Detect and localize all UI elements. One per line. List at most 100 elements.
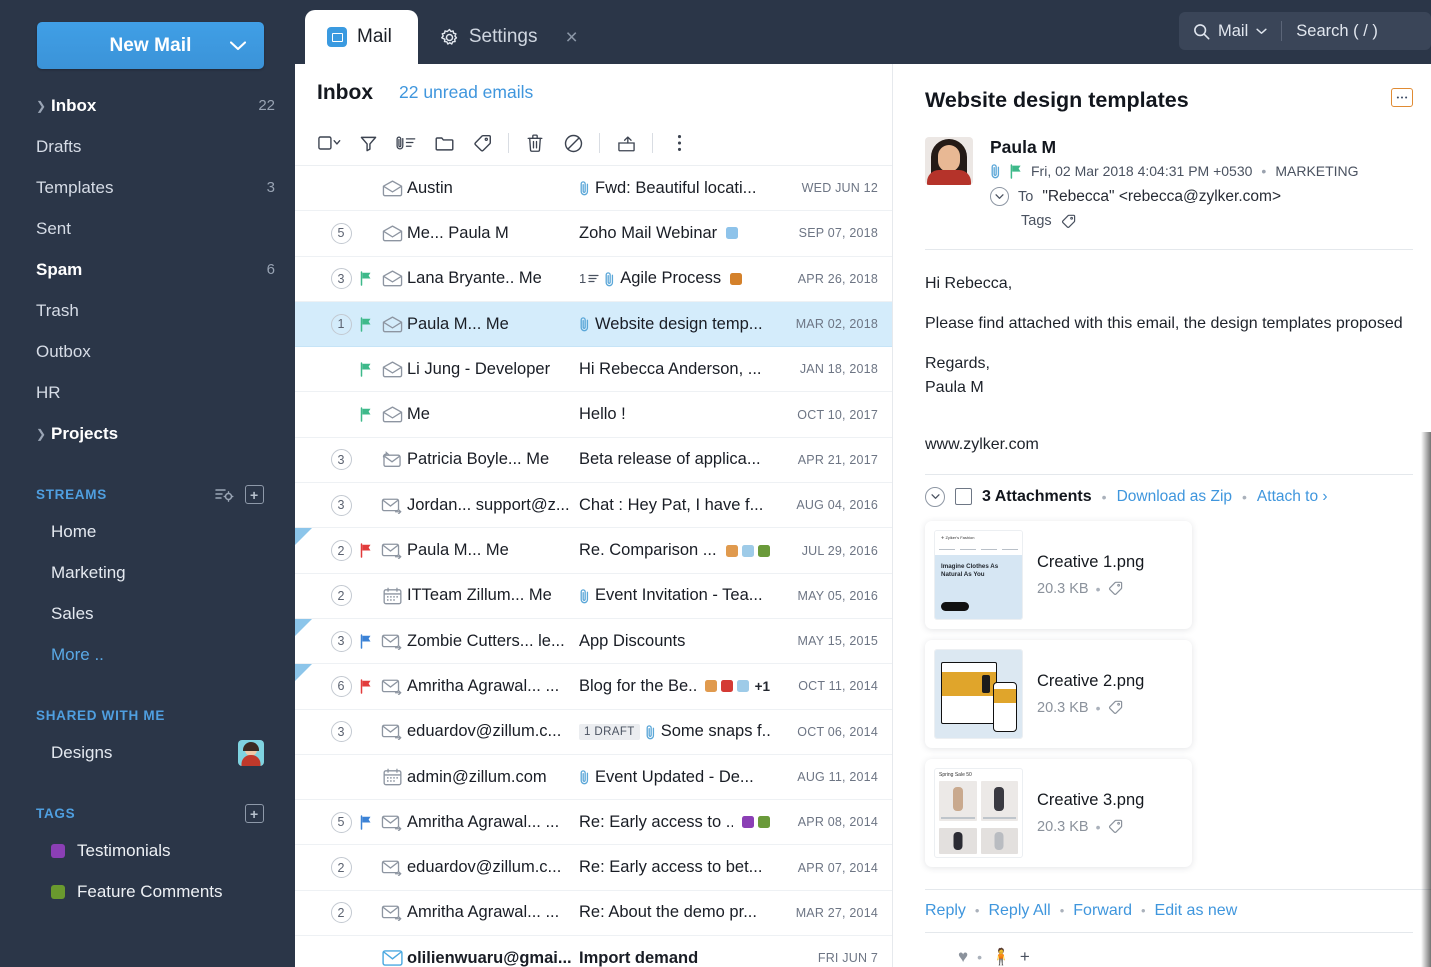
tag-icon[interactable] — [1108, 700, 1123, 715]
table-row[interactable]: 3 eduardov@zillum.c... 1 DRAFT Some snaps f… — [295, 710, 892, 755]
flag-icon[interactable] — [355, 316, 377, 332]
subject-cell: Beta release of applica... — [579, 450, 778, 469]
chevron-down-icon[interactable] — [1256, 28, 1267, 35]
attach-to-link[interactable]: Attach to › — [1257, 488, 1328, 506]
attachment-filename: Creative 1.png — [1037, 552, 1145, 571]
table-row[interactable]: 3 Lana Bryante.. Me 1 Agile Process APR 26, … — [295, 257, 892, 302]
subject-cell: Website design temp... — [579, 315, 778, 334]
flag-icon[interactable] — [355, 543, 377, 558]
more-options-icon[interactable] — [660, 126, 698, 160]
tag-icon[interactable] — [1108, 819, 1123, 834]
search-bar[interactable]: Mail Search ( / ) — [1179, 12, 1431, 50]
table-row[interactable]: 6 Amritha Agrawal... ... Blog for the Be..… — [295, 664, 892, 710]
thread-count-value: 5 — [330, 222, 352, 244]
stream-settings-icon[interactable] — [215, 487, 234, 502]
wave-icon[interactable]: 🧍 — [991, 947, 1011, 967]
sidebar-folder-hr[interactable]: HR — [0, 372, 295, 413]
table-row[interactable]: Austin Fwd: Beautiful locati... WED JUN 12 — [295, 166, 892, 212]
move-to-folder-icon[interactable] — [425, 126, 463, 160]
delete-icon[interactable] — [516, 126, 554, 160]
attachment-card[interactable]: ✈ Zylker's Fashion Imagine Clothes As Natu… — [925, 520, 1192, 629]
thread-count: 6 — [327, 675, 355, 697]
table-row[interactable]: 3 Patricia Boyle... Me Beta release of app… — [295, 438, 892, 484]
chevron-right-icon[interactable]: ❯ — [36, 428, 46, 440]
tab-settings[interactable]: Settings × — [418, 10, 604, 64]
close-icon[interactable]: × — [566, 27, 578, 48]
table-row[interactable]: 3 Zombie Cutters... le... App Discounts MAY… — [295, 618, 892, 665]
table-row[interactable]: admin@zillum.com Event Updated - De... AUG… — [295, 755, 892, 801]
tab-mail[interactable]: Mail — [305, 10, 418, 64]
body-signature: Paula M — [925, 378, 984, 396]
sidebar-folder-sent[interactable]: Sent — [0, 208, 295, 249]
table-row[interactable]: 3 Jordan... support@z... Chat : Hey Pat, I… — [295, 483, 892, 529]
tag-icon[interactable] — [1061, 214, 1076, 229]
sidebar-folder-templates[interactable]: Templates 3 — [0, 167, 295, 208]
sidebar-folder-inbox[interactable]: ❯ Inbox 22 — [0, 85, 295, 126]
flag-icon[interactable] — [355, 407, 377, 422]
table-row[interactable]: 1 Paula M... Me Website design temp... MAR … — [295, 301, 892, 348]
table-row[interactable]: olilienwuaru@gmai... Import demand FRI JUN… — [295, 936, 892, 967]
sidebar-stream-more[interactable]: More .. — [0, 634, 295, 675]
collapse-attachments-icon[interactable] — [925, 486, 945, 507]
attachment-card[interactable]: Spring Sale 50 Creative 3.png 20.3 KB • — [925, 758, 1192, 867]
filter-icon[interactable] — [349, 126, 387, 160]
sidebar-folder-spam[interactable]: Spam 6 — [0, 249, 295, 290]
mark-spam-icon[interactable] — [554, 126, 592, 160]
table-row[interactable]: Li Jung - Developer Hi Rebecca Anderson, … — [295, 347, 892, 393]
action-forward[interactable]: Forward — [1073, 902, 1132, 920]
action-reply-all[interactable]: Reply All — [988, 902, 1050, 920]
expand-details-icon[interactable] — [990, 187, 1009, 206]
unread-count-link[interactable]: 22 unread emails — [399, 82, 533, 103]
sidebar-tag-feature-comments[interactable]: Feature Comments — [0, 871, 295, 912]
thread-count: 5 — [327, 222, 355, 244]
table-row[interactable]: 2 Paula M... Me Re. Comparison ... JUL 29, … — [295, 528, 892, 574]
add-reaction-icon[interactable]: + — [1020, 947, 1030, 967]
add-tag-button[interactable]: + — [245, 804, 264, 823]
tag-icon[interactable] — [1108, 581, 1123, 596]
flag-icon[interactable] — [355, 815, 377, 830]
search-input[interactable]: Search ( / ) — [1296, 22, 1378, 41]
subject-text: App Discounts — [579, 631, 686, 650]
attachment-card[interactable]: Creative 2.png 20.3 KB • — [925, 639, 1192, 748]
table-row[interactable]: Me Hello ! OCT 10, 2017 — [295, 392, 892, 438]
sidebar-folder-trash[interactable]: Trash — [0, 290, 295, 331]
archive-icon[interactable] — [607, 126, 645, 160]
flag-icon[interactable] — [355, 271, 377, 286]
table-row[interactable]: 2 Amritha Agrawal... ... Re: About the dem… — [295, 891, 892, 937]
flag-icon[interactable] — [355, 633, 377, 649]
table-row[interactable]: 2 eduardov@zillum.c... Re: Early access to… — [295, 845, 892, 891]
sidebar-tag-testimonials[interactable]: Testimonials — [0, 830, 295, 871]
attachment-icon — [579, 588, 590, 604]
flag-icon[interactable] — [355, 362, 377, 377]
sidebar-stream-sales[interactable]: Sales — [0, 593, 295, 634]
sidebar-shared-designs[interactable]: Designs — [0, 732, 295, 773]
sort-icon[interactable] — [387, 126, 425, 160]
sidebar-stream-marketing[interactable]: Marketing — [0, 552, 295, 593]
new-mail-button[interactable]: New Mail — [37, 22, 264, 69]
action-reply[interactable]: Reply — [925, 902, 966, 920]
envelope-icon — [377, 633, 407, 650]
search-scope-label[interactable]: Mail — [1218, 22, 1248, 41]
sender-block: Paula M Fri, 02 Mar 2018 4:04:31 PM +053… — [925, 137, 1431, 229]
tag-icon[interactable] — [463, 126, 501, 160]
table-row[interactable]: 2 ITTeam Zillum... Me Event Invitation - T… — [295, 574, 892, 619]
table-row[interactable]: 5 Amritha Agrawal... ... Re: Early access … — [295, 800, 892, 846]
table-row[interactable]: 5 Me... Paula M Zoho Mail Webinar SEP 07, 2… — [295, 211, 892, 257]
sidebar-stream-home[interactable]: Home — [0, 511, 295, 552]
comment-icon[interactable] — [1391, 88, 1413, 107]
sidebar-folder-projects[interactable]: ❯ Projects — [0, 413, 295, 454]
download-as-zip-link[interactable]: Download as Zip — [1117, 488, 1232, 506]
subject-text: Fwd: Beautiful locati... — [595, 178, 757, 197]
select-all-checkbox[interactable] — [311, 126, 349, 160]
chevron-right-icon[interactable]: ❯ — [36, 100, 46, 112]
heart-icon[interactable]: ♥ — [958, 947, 968, 967]
subject-text: Hello ! — [579, 405, 626, 424]
sidebar-folder-drafts[interactable]: Drafts — [0, 126, 295, 167]
sidebar-folder-outbox[interactable]: Outbox — [0, 331, 295, 372]
thread-count-value: 2 — [330, 540, 352, 562]
action-edit-as-new[interactable]: Edit as new — [1155, 902, 1238, 920]
chevron-down-icon[interactable] — [230, 40, 246, 51]
add-stream-button[interactable]: + — [245, 485, 264, 504]
flag-icon[interactable] — [355, 679, 377, 694]
select-attachments-checkbox[interactable] — [955, 488, 972, 506]
